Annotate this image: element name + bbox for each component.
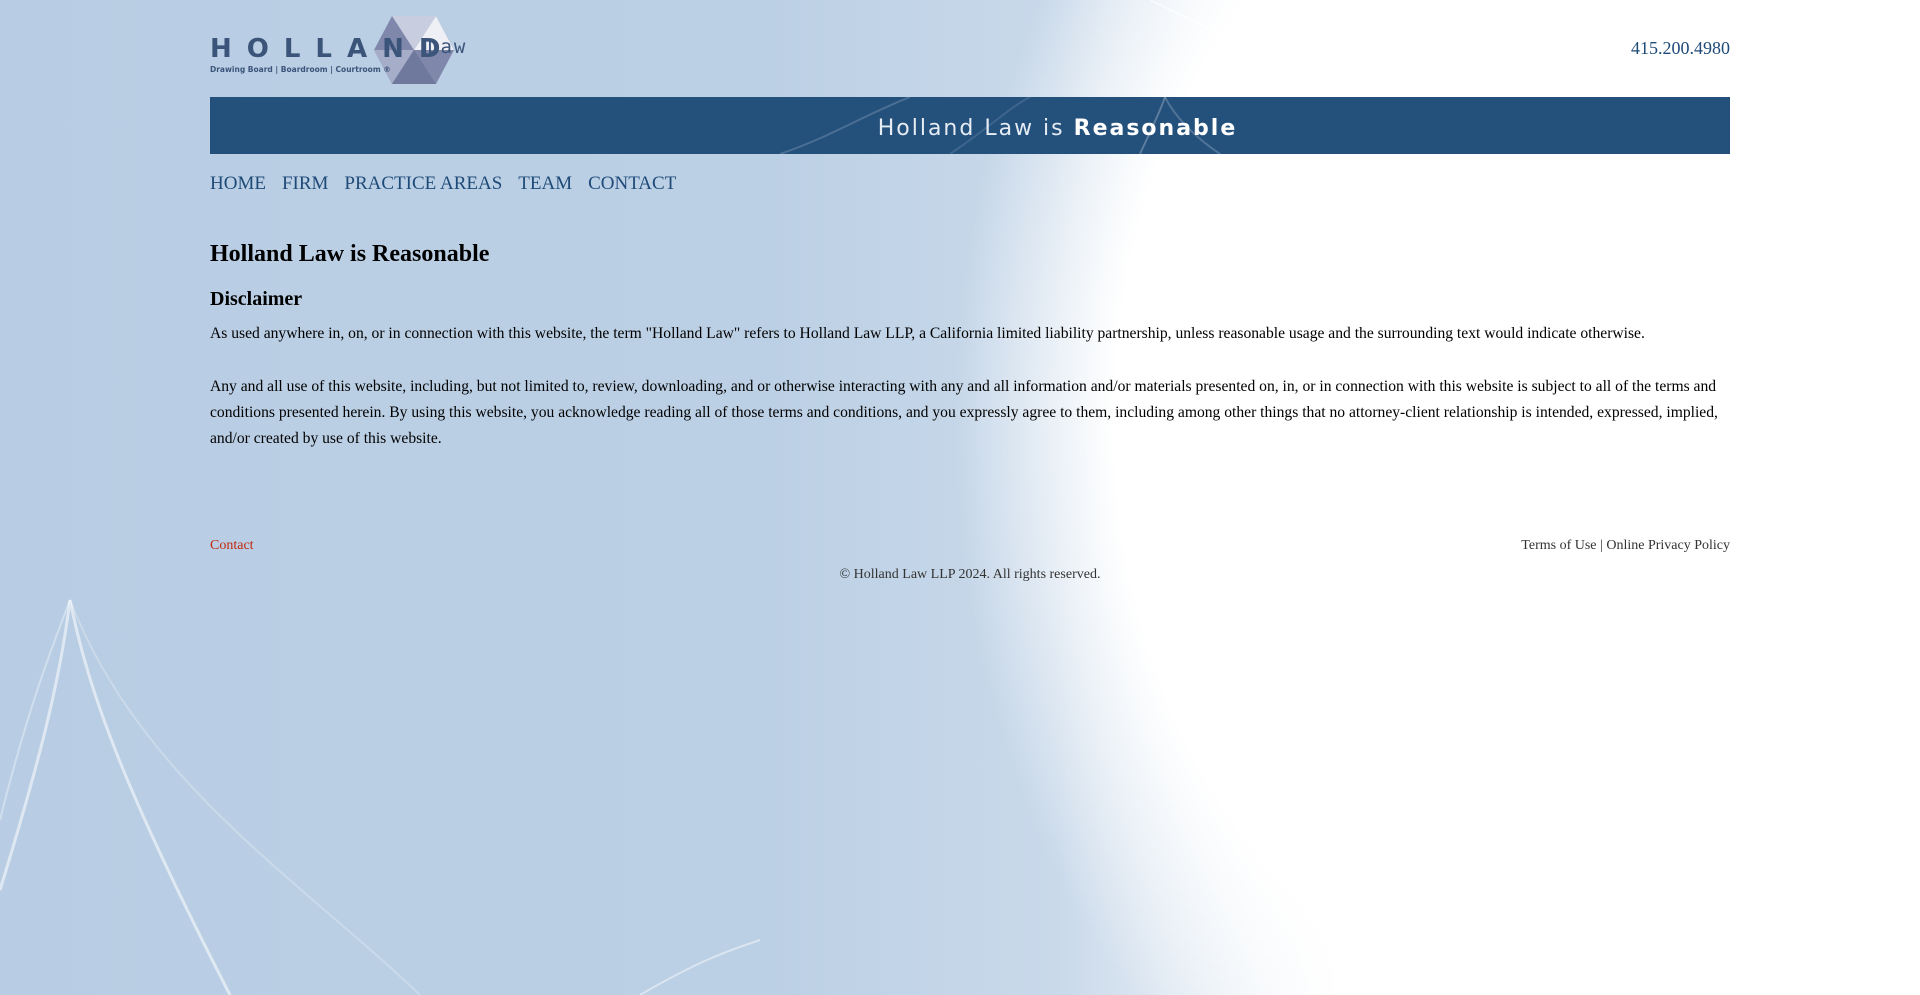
banner-slogan-regular: Holland Law is <box>877 116 1074 141</box>
nav-practice-areas[interactable]: PRACTICE AREAS <box>344 173 502 195</box>
banner-slogan: Holland Law is Reasonable <box>878 118 1238 140</box>
logo-wordmark: HOLLAND <box>210 34 456 64</box>
holland-law-logo[interactable]: HOLLAND Law Drawing Board | Boardroom | … <box>210 16 480 84</box>
footer-legal-links: Terms of Use | Online Privacy Policy <box>1521 538 1730 554</box>
main-content: Holland Law is Reasonable Disclaimer As … <box>210 241 1730 452</box>
site-footer: Contact Terms of Use | Online Privacy Po… <box>210 538 1730 598</box>
section-heading: Disclaimer <box>210 288 303 310</box>
privacy-policy-link[interactable]: Online Privacy Policy <box>1606 538 1730 553</box>
disclaimer-paragraph-2: Any and all use of this website, includi… <box>210 378 1718 447</box>
terms-of-use-link[interactable]: Terms of Use <box>1521 538 1596 553</box>
site-header: HOLLAND Law Drawing Board | Boardroom | … <box>210 0 1730 97</box>
nav-firm[interactable]: FIRM <box>282 173 328 195</box>
page-container: HOLLAND Law Drawing Board | Boardroom | … <box>210 0 1730 598</box>
copyright-text: © Holland Law LLP 2024. All rights reser… <box>839 567 1101 582</box>
phone-number[interactable]: 415.200.4980 <box>1631 38 1730 59</box>
banner-slogan-bold: Reasonable <box>1073 116 1238 141</box>
banner: Holland Law is Reasonable <box>210 97 1730 154</box>
footer-contact-link[interactable]: Contact <box>210 538 254 554</box>
nav-contact[interactable]: CONTACT <box>588 173 676 195</box>
nav-team[interactable]: TEAM <box>518 173 572 195</box>
logo-suffix: Law <box>427 36 468 58</box>
disclaimer-paragraph-1: As used anywhere in, on, or in connectio… <box>210 325 1645 342</box>
main-nav: HOME FIRM PRACTICE AREAS TEAM CONTACT <box>210 173 1730 195</box>
nav-home[interactable]: HOME <box>210 173 266 195</box>
page-title: Holland Law is Reasonable <box>210 241 490 267</box>
footer-separator: | <box>1596 538 1607 553</box>
logo-tagline: Drawing Board | Boardroom | Courtroom ® <box>210 65 391 74</box>
